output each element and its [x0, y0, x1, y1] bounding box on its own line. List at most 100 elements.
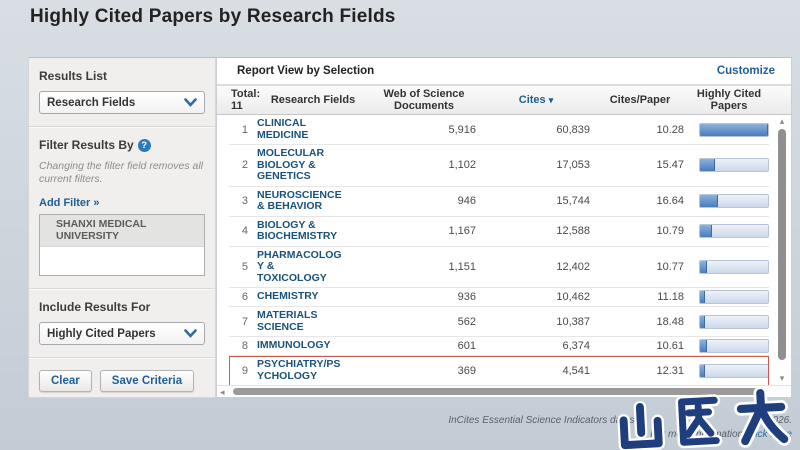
bar-fill — [700, 340, 707, 352]
row-cites-value: 10,462 — [479, 291, 593, 303]
row-docs-value: 5,916 — [369, 124, 479, 136]
row-cites-value: 60,839 — [479, 124, 593, 136]
row-field-link[interactable]: CLINICAL MEDICINE — [257, 117, 369, 142]
bar-track — [699, 315, 769, 329]
filter-note: Changing the filter field removes all cu… — [39, 160, 205, 186]
row-field-link[interactable]: MOLECULAR BIOLOGY & GENETICS — [257, 147, 369, 184]
report-panel: Report View by Selection Customize Total… — [216, 57, 792, 398]
row-rank: 8 — [229, 340, 257, 352]
include-results-select[interactable]: Highly Cited Papers — [39, 322, 205, 345]
cites-header-label: Cites — [519, 94, 546, 106]
column-header-cites-sort[interactable]: Cites ▾ — [479, 94, 593, 106]
row-highly-cited-bar — [687, 339, 771, 353]
clear-button[interactable]: Clear — [39, 370, 92, 392]
table-row[interactable]: 2MOLECULAR BIOLOGY & GENETICS1,10217,053… — [229, 145, 769, 187]
column-header-research-fields: Research Fields — [257, 94, 369, 106]
bar-track — [699, 364, 769, 378]
row-cites-value: 15,744 — [479, 195, 593, 207]
question-mark-icon[interactable]: ? — [138, 139, 151, 152]
report-header-bar: Report View by Selection Customize — [217, 58, 791, 85]
row-cites-value: 6,374 — [479, 340, 593, 352]
page-title: Highly Cited Papers by Research Fields — [30, 6, 396, 28]
sidebar-buttons: Clear Save Criteria — [29, 357, 215, 404]
horizontal-scrollbar[interactable]: ◂ — [217, 385, 791, 397]
table-row[interactable]: 7MATERIALS SCIENCE56210,38718.48 — [229, 307, 769, 337]
vertical-scrollbar[interactable]: ▴ ▾ — [775, 116, 789, 384]
row-rank: 9 — [229, 365, 257, 377]
row-highly-cited-bar — [687, 364, 771, 378]
table-row[interactable]: 5PHARMACOLOG Y & TOXICOLOGY1,15112,40210… — [229, 247, 769, 289]
add-filter-link[interactable]: Add Filter » — [39, 197, 100, 209]
table-row[interactable]: 4BIOLOGY & BIOCHEMISTRY1,16712,58810.79 — [229, 217, 769, 247]
include-results-label: Include Results For — [39, 300, 205, 314]
filter-listbox[interactable]: SHANXI MEDICAL UNIVERSITY — [39, 214, 205, 276]
total-value: 11 — [231, 100, 243, 112]
table-row[interactable]: 3NEUROSCIENCE & BEHAVIOR94615,74416.64 — [229, 187, 769, 217]
row-cites-per-paper-value: 16.64 — [593, 195, 687, 207]
row-cites-value: 10,387 — [479, 316, 593, 328]
bar-fill — [700, 261, 707, 273]
scroll-up-icon[interactable]: ▴ — [775, 116, 789, 127]
bar-fill — [700, 225, 712, 237]
footer-line1-right: 026. — [773, 415, 792, 426]
click-here-link[interactable]: Click Here — [746, 429, 792, 440]
bar-fill — [700, 124, 768, 136]
row-field-link[interactable]: NEUROSCIENCE & BEHAVIOR — [257, 189, 369, 214]
save-criteria-button[interactable]: Save Criteria — [100, 370, 194, 392]
bar-track — [699, 158, 769, 172]
bar-fill — [700, 195, 718, 207]
filter-selected-option[interactable]: SHANXI MEDICAL UNIVERSITY — [40, 215, 204, 247]
footer-note: InCites Essential Science Indicators dat… — [448, 414, 792, 442]
row-rank: 2 — [229, 159, 257, 171]
row-field-link[interactable]: IMMUNOLOGY — [257, 339, 369, 353]
row-field-link[interactable]: CHEMISTRY — [257, 290, 369, 304]
filter-results-label: Filter Results By? — [39, 138, 205, 152]
row-rank: 4 — [229, 225, 257, 237]
row-field-link[interactable]: BIOLOGY & BIOCHEMISTRY — [257, 219, 369, 244]
results-list-label: Results List — [39, 69, 205, 83]
row-highly-cited-bar — [687, 158, 771, 172]
bar-fill — [700, 291, 705, 303]
horizontal-scroll-thumb[interactable] — [233, 388, 765, 395]
row-cites-per-paper-value: 10.79 — [593, 225, 687, 237]
chevron-down-icon — [184, 329, 197, 338]
row-docs-value: 1,102 — [369, 159, 479, 171]
table-row[interactable]: 1CLINICAL MEDICINE5,91660,83910.28 — [229, 115, 769, 145]
sort-desc-icon: ▾ — [549, 95, 554, 105]
row-docs-value: 601 — [369, 340, 479, 352]
bar-track — [699, 339, 769, 353]
row-cites-per-paper-value: 15.47 — [593, 159, 687, 171]
bar-fill — [700, 159, 715, 171]
row-highly-cited-bar — [687, 123, 771, 137]
column-header-highly-cited-papers: Highly Cited Papers — [687, 88, 771, 112]
chevron-down-icon — [184, 98, 197, 107]
vertical-scroll-thumb[interactable] — [778, 129, 786, 360]
bar-track — [699, 194, 769, 208]
row-rank: 7 — [229, 316, 257, 328]
row-field-link[interactable]: PHARMACOLOG Y & TOXICOLOGY — [257, 249, 369, 286]
row-highly-cited-bar — [687, 260, 771, 274]
row-cites-value: 12,402 — [479, 261, 593, 273]
customize-link[interactable]: Customize — [717, 65, 775, 77]
row-cites-value: 4,541 — [479, 365, 593, 377]
results-list-selected-value: Research Fields — [47, 97, 135, 109]
row-cites-per-paper-value: 10.61 — [593, 340, 687, 352]
table-rows: 1CLINICAL MEDICINE5,91660,83910.282MOLEC… — [217, 115, 791, 385]
row-field-link[interactable]: PSYCHIATRY/PS YCHOLOGY — [257, 358, 369, 383]
row-field-link[interactable]: MATERIALS SCIENCE — [257, 309, 369, 334]
footer-line2-text: For more information — [650, 429, 743, 440]
column-header-cites-per-paper: Cites/Paper — [593, 94, 687, 106]
bar-fill — [700, 316, 705, 328]
scroll-down-icon[interactable]: ▾ — [775, 373, 789, 384]
table-row[interactable]: 8IMMUNOLOGY6016,37410.61 — [229, 337, 769, 356]
row-cites-value: 17,053 — [479, 159, 593, 171]
table-row[interactable]: 6CHEMISTRY93610,46211.18 — [229, 288, 769, 307]
row-rank: 5 — [229, 261, 257, 273]
row-cites-value: 12,588 — [479, 225, 593, 237]
row-docs-value: 369 — [369, 365, 479, 377]
results-list-select[interactable]: Research Fields — [39, 91, 205, 114]
bar-track — [699, 224, 769, 238]
table-row[interactable]: 9PSYCHIATRY/PS YCHOLOGY3694,54112.31 — [229, 356, 769, 385]
scroll-left-icon[interactable]: ◂ — [220, 387, 225, 398]
include-results-selected-value: Highly Cited Papers — [47, 328, 156, 340]
